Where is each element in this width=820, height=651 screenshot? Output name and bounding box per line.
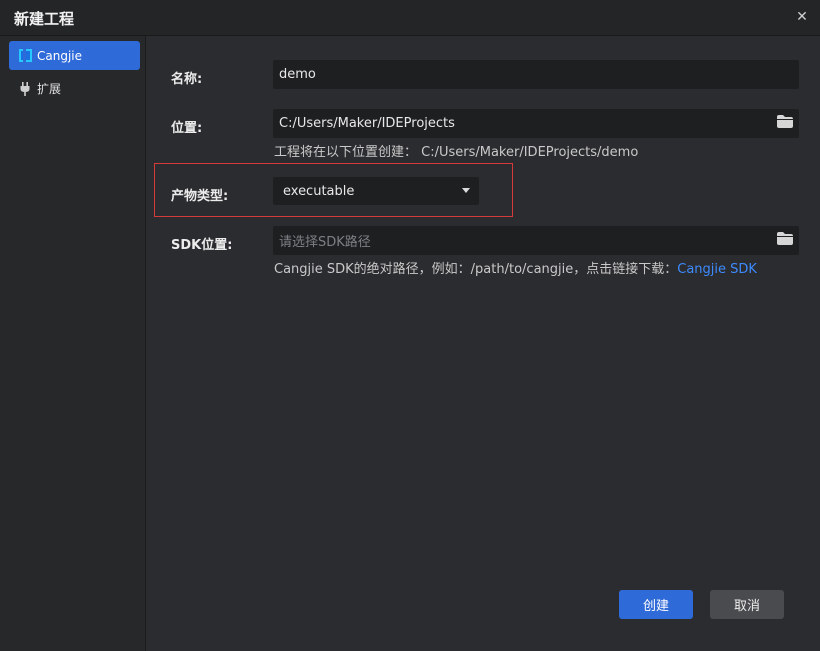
product-type-value: executable xyxy=(283,183,355,199)
name-field[interactable]: demo xyxy=(273,60,799,89)
product-type-label: 产物类型: xyxy=(171,189,229,204)
name-value: demo xyxy=(279,67,316,82)
sidebar-item-label: Cangjie xyxy=(37,48,83,63)
create-button[interactable]: 创建 xyxy=(619,590,693,619)
chevron-down-icon xyxy=(462,188,470,193)
sdk-hint: Cangjie SDK的绝对路径，例如：/path/to/cangjie，点击链… xyxy=(274,258,757,277)
close-icon[interactable]: ✕ xyxy=(793,8,811,26)
sdk-label: SDK位置: xyxy=(171,238,233,253)
sidebar-item-extensions[interactable]: 扩展 xyxy=(9,74,140,103)
folder-icon[interactable] xyxy=(777,115,793,128)
location-field[interactable]: C:/Users/Maker/IDEProjects xyxy=(273,109,799,138)
sdk-hint-text: Cangjie SDK的绝对路径，例如：/path/to/cangjie，点击链… xyxy=(274,262,678,277)
location-hint: 工程将在以下位置创建： C:/Users/Maker/IDEProjects/d… xyxy=(274,145,639,160)
plug-icon xyxy=(17,81,33,97)
sidebar: Cangjie 扩展 xyxy=(0,36,146,651)
form-panel: 名称: demo 位置: C:/Users/Maker/IDEProjects … xyxy=(147,36,820,651)
dialog-title: 新建工程 xyxy=(14,10,75,28)
cancel-button[interactable]: 取消 xyxy=(710,590,784,619)
product-type-select[interactable]: executable xyxy=(273,177,479,205)
name-label: 名称: xyxy=(171,72,203,87)
folder-icon[interactable] xyxy=(777,232,793,245)
cangjie-icon xyxy=(17,48,33,64)
sidebar-item-cangjie[interactable]: Cangjie xyxy=(9,41,140,70)
sdk-placeholder: 请选择SDK路径 xyxy=(279,235,371,250)
location-label: 位置: xyxy=(171,121,203,136)
sidebar-item-label: 扩展 xyxy=(37,82,62,96)
sdk-path-field[interactable]: 请选择SDK路径 xyxy=(273,226,799,255)
dialog-titlebar: 新建工程 ✕ xyxy=(0,0,820,36)
location-value: C:/Users/Maker/IDEProjects xyxy=(279,116,455,131)
sdk-download-link[interactable]: Cangjie SDK xyxy=(677,262,757,277)
